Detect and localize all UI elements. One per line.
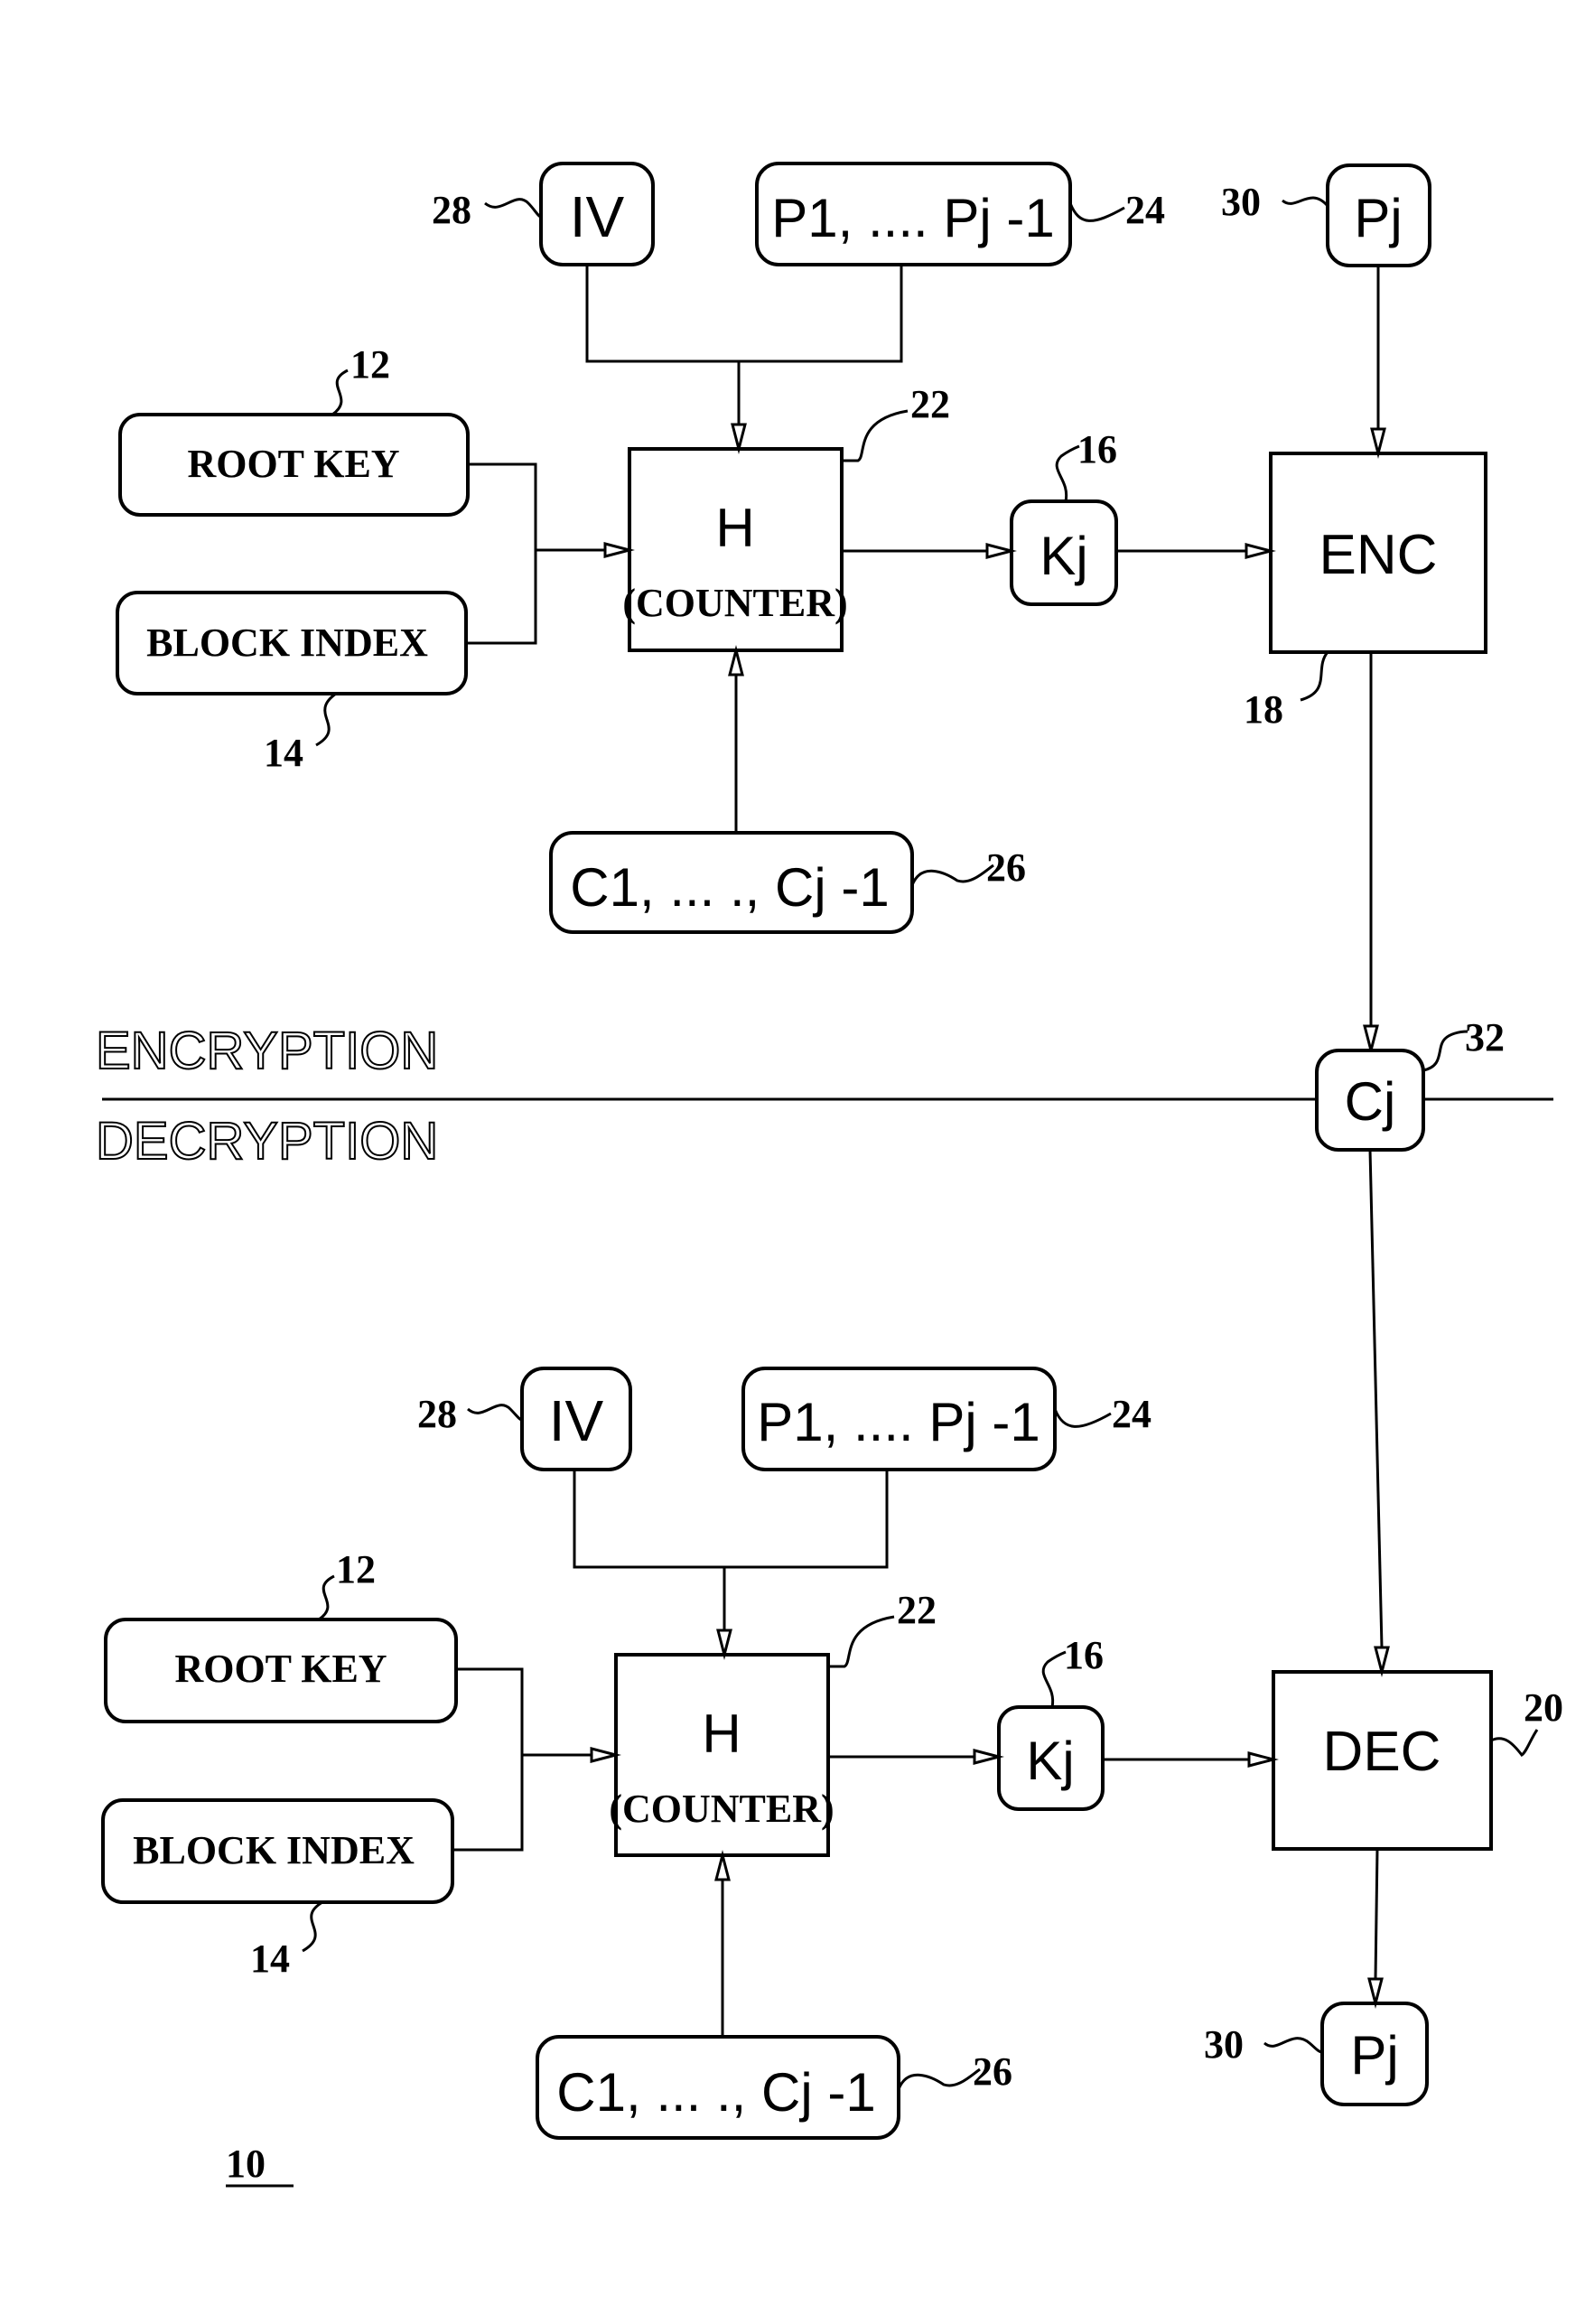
dec-plaintext-prev-block: P1, .... Pj -1 24 — [741, 1367, 1151, 1471]
dec-plaintext-current-block: Pj 30 — [1204, 2002, 1429, 2106]
enc-cipher-block: ENC 18 — [1244, 452, 1487, 732]
dec-iv-leader — [467, 1404, 523, 1422]
enc-block-index-ref: 14 — [264, 731, 303, 775]
enc-arrow-to-hash-bottom — [728, 645, 744, 677]
dec-ciphertext-prev-leader — [897, 2067, 981, 2090]
enc-ciphertext-prev-leader — [910, 863, 994, 886]
dec-ciphertext-prev-ref: 26 — [973, 2049, 1012, 2094]
decryption-section: IV 28 P1, .... Pj -1 24 ROOT KEY 12 BLOC… — [101, 1149, 1563, 2140]
dec-key-j-label: Kj — [1026, 1731, 1074, 1791]
dec-decipher-block: DEC 20 — [1272, 1670, 1563, 1851]
dec-block-index-block: BLOCK INDEX 14 — [101, 1798, 454, 1981]
enc-arrow-to-hash-left — [603, 542, 635, 558]
enc-iv-leader — [484, 198, 542, 219]
dec-arrow-ciphertext-to-decipher — [1374, 1646, 1390, 1677]
enc-ciphertext-prev-label: C1, ... ., Cj -1 — [570, 857, 889, 918]
dec-block-index-label: BLOCK INDEX — [133, 1828, 415, 1872]
enc-arrow-to-cipher — [1245, 543, 1276, 559]
enc-iv-label: IV — [570, 184, 625, 249]
dec-hash-block: H (COUNTER) 22 — [609, 1588, 937, 1857]
dec-iv-ref: 28 — [417, 1392, 457, 1436]
enc-key-j-leader — [1055, 444, 1080, 502]
dec-decipher-ref: 20 — [1524, 1685, 1563, 1730]
enc-root-key-leader — [331, 369, 349, 416]
enc-ciphertext-prev-ref: 26 — [986, 845, 1026, 890]
ciphertext-current-ref: 32 — [1465, 1015, 1505, 1059]
dec-ciphertext-prev-label: C1, ... ., Cj -1 — [556, 2062, 875, 2123]
enc-root-key-ref: 12 — [350, 342, 390, 387]
enc-plaintext-current-leader — [1282, 196, 1329, 208]
dec-plaintext-current-label: Pj — [1350, 2025, 1398, 2086]
dec-plaintext-prev-label: P1, .... Pj -1 — [757, 1392, 1040, 1452]
enc-plaintext-prev-label: P1, .... Pj -1 — [771, 188, 1054, 248]
enc-hash-label: H — [715, 498, 754, 558]
enc-key-j-block: Kj 16 — [1010, 427, 1118, 606]
enc-cipher-ref: 18 — [1244, 687, 1283, 732]
dec-root-key-ref: 12 — [336, 1547, 376, 1591]
enc-root-key-block: ROOT KEY 12 — [118, 342, 470, 517]
enc-key-j-ref: 16 — [1077, 427, 1117, 471]
dec-hash-label: H — [702, 1703, 741, 1764]
ciphertext-current-label: Cj — [1345, 1071, 1396, 1132]
figure-number-label: 10 — [226, 2142, 266, 2186]
enc-hash-sublabel: (COUNTER) — [622, 581, 847, 625]
dec-plaintext-current-ref: 30 — [1204, 2022, 1244, 2067]
dec-iv-block: IV 28 — [417, 1367, 632, 1471]
dec-plaintext-prev-ref: 24 — [1112, 1392, 1151, 1436]
enc-key-j-label: Kj — [1040, 526, 1087, 586]
enc-cipher-label: ENC — [1319, 524, 1438, 586]
dec-block-index-ref: 14 — [250, 1937, 290, 1981]
enc-plaintext-prev-leader — [1068, 202, 1125, 222]
dec-ciphertext-prev-block: C1, ... ., Cj -1 26 — [536, 2035, 1012, 2140]
dec-key-j-block: Kj 16 — [997, 1633, 1105, 1811]
enc-block-index-label: BLOCK INDEX — [146, 621, 428, 665]
enc-plaintext-prev-ref: 24 — [1125, 188, 1165, 232]
dec-root-key-leader — [318, 1574, 335, 1621]
dec-arrow-to-plaintext — [1367, 1977, 1384, 2009]
dec-root-key-label: ROOT KEY — [174, 1647, 387, 1691]
dec-key-j-leader — [1041, 1650, 1067, 1708]
enc-hash-leader — [842, 409, 909, 462]
enc-arrow-to-ciphertext — [1363, 1024, 1379, 1056]
encryption-section: IV 28 P1, .... Pj -1 24 Pj 30 ROOT KEY 1… — [116, 162, 1487, 1056]
dec-arrow-to-hash-bottom — [714, 1850, 731, 1881]
enc-ciphertext-prev-block: C1, ... ., Cj -1 26 — [549, 831, 1026, 934]
dec-arrow-to-decipher — [1247, 1751, 1279, 1768]
dec-plaintext-current-leader — [1263, 2037, 1323, 2054]
dec-root-key-block: ROOT KEY 12 — [104, 1547, 458, 1723]
enc-iv-ref: 28 — [432, 188, 471, 232]
decryption-section-label: DECRYPTION — [96, 1112, 438, 1171]
encryption-section-label: ENCRYPTION — [96, 1022, 438, 1080]
ciphertext-current-block: Cj 32 — [1315, 1015, 1505, 1152]
enc-cipher-leader — [1300, 651, 1329, 702]
dec-key-j-ref: 16 — [1064, 1633, 1104, 1677]
dec-decipher-leader — [1490, 1729, 1539, 1757]
dec-hash-sublabel: (COUNTER) — [609, 1787, 834, 1831]
dec-block-index-leader — [302, 1900, 323, 1953]
enc-block-index-block: BLOCK INDEX 14 — [116, 591, 468, 775]
dec-arrow-to-hash-left — [590, 1747, 621, 1763]
dec-arrow-to-hash-top — [716, 1629, 732, 1660]
enc-hash-ref: 22 — [910, 382, 950, 426]
enc-arrow-to-key — [985, 543, 1017, 559]
enc-arrow-plaintext-to-cipher — [1370, 427, 1386, 459]
enc-plaintext-current-label: Pj — [1354, 188, 1402, 248]
enc-plaintext-current-block: Pj 30 — [1221, 163, 1431, 267]
enc-block-index-leader — [315, 692, 337, 747]
enc-plaintext-current-ref: 30 — [1221, 180, 1261, 224]
figure-number: 10 — [226, 2142, 294, 2188]
dec-hash-ref: 22 — [897, 1588, 937, 1632]
enc-root-key-label: ROOT KEY — [187, 442, 399, 486]
enc-iv-block: IV 28 — [432, 162, 655, 266]
enc-plaintext-prev-block: P1, .... Pj -1 24 — [755, 162, 1165, 266]
ciphertext-current-leader — [1422, 1030, 1468, 1072]
enc-arrow-to-hash-top — [731, 423, 747, 454]
encryption-decryption-diagram: IV 28 P1, .... Pj -1 24 Pj 30 ROOT KEY 1… — [95, 162, 1563, 2188]
dec-plaintext-prev-leader — [1053, 1408, 1112, 1428]
dec-hash-leader — [828, 1615, 895, 1668]
dec-iv-label: IV — [549, 1388, 604, 1453]
dec-arrow-to-key — [973, 1749, 1004, 1765]
enc-hash-block: H (COUNTER) 22 — [622, 382, 950, 652]
dec-decipher-label: DEC — [1323, 1721, 1441, 1783]
